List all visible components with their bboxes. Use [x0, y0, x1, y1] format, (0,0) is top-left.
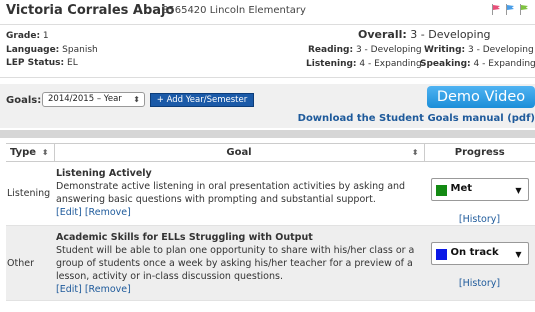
goal-column-header[interactable]: Goal ⬍ [54, 143, 425, 162]
download-manual-link[interactable]: Download the Student Goals manual (pdf) [298, 113, 535, 124]
add-year-semester-button[interactable]: + Add Year/Semester [150, 93, 254, 107]
writing-value: 3 - Developing [468, 45, 534, 55]
edit-goal-link[interactable]: [Edit] [56, 207, 82, 218]
progress-select[interactable]: Met ▼ [430, 178, 529, 201]
table-row: Other Academic Skills for ELLs Strugglin… [6, 225, 535, 301]
goal-title: Academic Skills for ELLs Struggling with… [56, 232, 313, 243]
school-name: Lincoln Elementary [209, 5, 306, 16]
goal-description: Student will be able to plan one opportu… [56, 245, 415, 282]
student-info: Grade: 1 Language: Spanish LEP Status: E… [6, 30, 98, 71]
grade-value: 1 [42, 31, 49, 41]
chevron-down-icon: ▼ [515, 186, 522, 195]
listening-label: Listening: [306, 59, 357, 69]
goal-description: Demonstrate active listening in oral pre… [56, 181, 406, 205]
flag-icon[interactable] [491, 4, 501, 15]
progress-cell: Met ▼ [History] [424, 161, 535, 226]
student-meta: 8565420 Lincoln Elementary [162, 5, 306, 16]
history-link[interactable]: [History] [424, 278, 535, 289]
progress-column-header: Progress [424, 143, 535, 162]
progress-color-swatch [435, 249, 447, 260]
select-caret-icon: ⬍ [133, 95, 140, 104]
student-header: Victoria Corrales Abajo 8565420 Lincoln … [0, 0, 535, 24]
year-select-value: 2014/2015 – Year [48, 94, 122, 104]
header-divider [0, 24, 535, 25]
goal-type-cell: Listening [6, 161, 54, 226]
info-divider [0, 77, 535, 78]
table-row: Listening Listening Actively Demonstrate… [6, 161, 535, 226]
sort-icon: ⬍ [411, 148, 419, 157]
student-name: Victoria Corrales Abajo [6, 3, 175, 18]
listening-proficiency: Listening: 4 - Expanding [306, 59, 422, 69]
type-header-label: Type [10, 147, 37, 158]
flag-group [491, 4, 529, 15]
chevron-down-icon: ▼ [515, 250, 522, 259]
grade-label: Grade: [6, 31, 41, 41]
sort-icon: ⬍ [41, 148, 49, 157]
type-column-header[interactable]: Type ⬍ [6, 143, 55, 162]
lep-label: LEP Status: [6, 58, 65, 68]
goals-label: Goals: [6, 95, 42, 106]
goal-actions: [Edit] [Remove] [56, 283, 418, 296]
reading-value: 3 - Developing [355, 45, 422, 55]
goal-header-label: Goal [226, 147, 252, 158]
reading-proficiency: Reading: 3 - Developing [308, 45, 422, 55]
goal-cell: Listening Actively Demonstrate active li… [54, 161, 424, 226]
progress-select-value: On track [450, 247, 499, 258]
progress-color-swatch [435, 185, 447, 196]
writing-proficiency: Writing: 3 - Developing [424, 45, 534, 55]
horizontal-scrollbar[interactable] [0, 130, 535, 138]
goal-actions: [Edit] [Remove] [56, 206, 418, 219]
goal-cell: Academic Skills for ELLs Struggling with… [54, 225, 424, 301]
lep-value: EL [67, 58, 78, 68]
progress-select[interactable]: On track ▼ [430, 242, 529, 265]
progress-select-value: Met [450, 183, 473, 194]
history-link[interactable]: [History] [424, 214, 535, 225]
reading-label: Reading: [308, 45, 354, 55]
listening-value: 4 - Expanding [359, 59, 422, 69]
speaking-value: 4 - Expanding [473, 59, 535, 69]
demo-video-button[interactable]: Demo Video [427, 86, 535, 108]
speaking-label: Speaking: [420, 59, 471, 69]
language-value: Spanish [62, 44, 98, 55]
remove-goal-link[interactable]: [Remove] [85, 284, 131, 295]
remove-goal-link[interactable]: [Remove] [85, 207, 131, 218]
goal-title: Listening Actively [56, 168, 152, 179]
flag-icon[interactable] [505, 4, 515, 15]
writing-label: Writing: [424, 45, 466, 55]
flag-icon[interactable] [519, 4, 529, 15]
student-id: 8565420 [162, 5, 207, 16]
overall-label: Overall: [358, 28, 407, 41]
progress-header-label: Progress [454, 147, 505, 158]
overall-value: 3 - Developing [410, 28, 491, 41]
speaking-proficiency: Speaking: 4 - Expanding [420, 59, 535, 69]
language-label: Language: [6, 44, 60, 55]
progress-cell: On track ▼ [History] [424, 225, 535, 301]
overall-proficiency: Overall: 3 - Developing [358, 28, 491, 41]
goals-table: Type ⬍ Goal ⬍ Progress Listening Listeni… [6, 143, 535, 301]
edit-goal-link[interactable]: [Edit] [56, 284, 82, 295]
goal-type-cell: Other [6, 225, 54, 301]
year-select[interactable]: 2014/2015 – Year ⬍ [42, 92, 145, 107]
